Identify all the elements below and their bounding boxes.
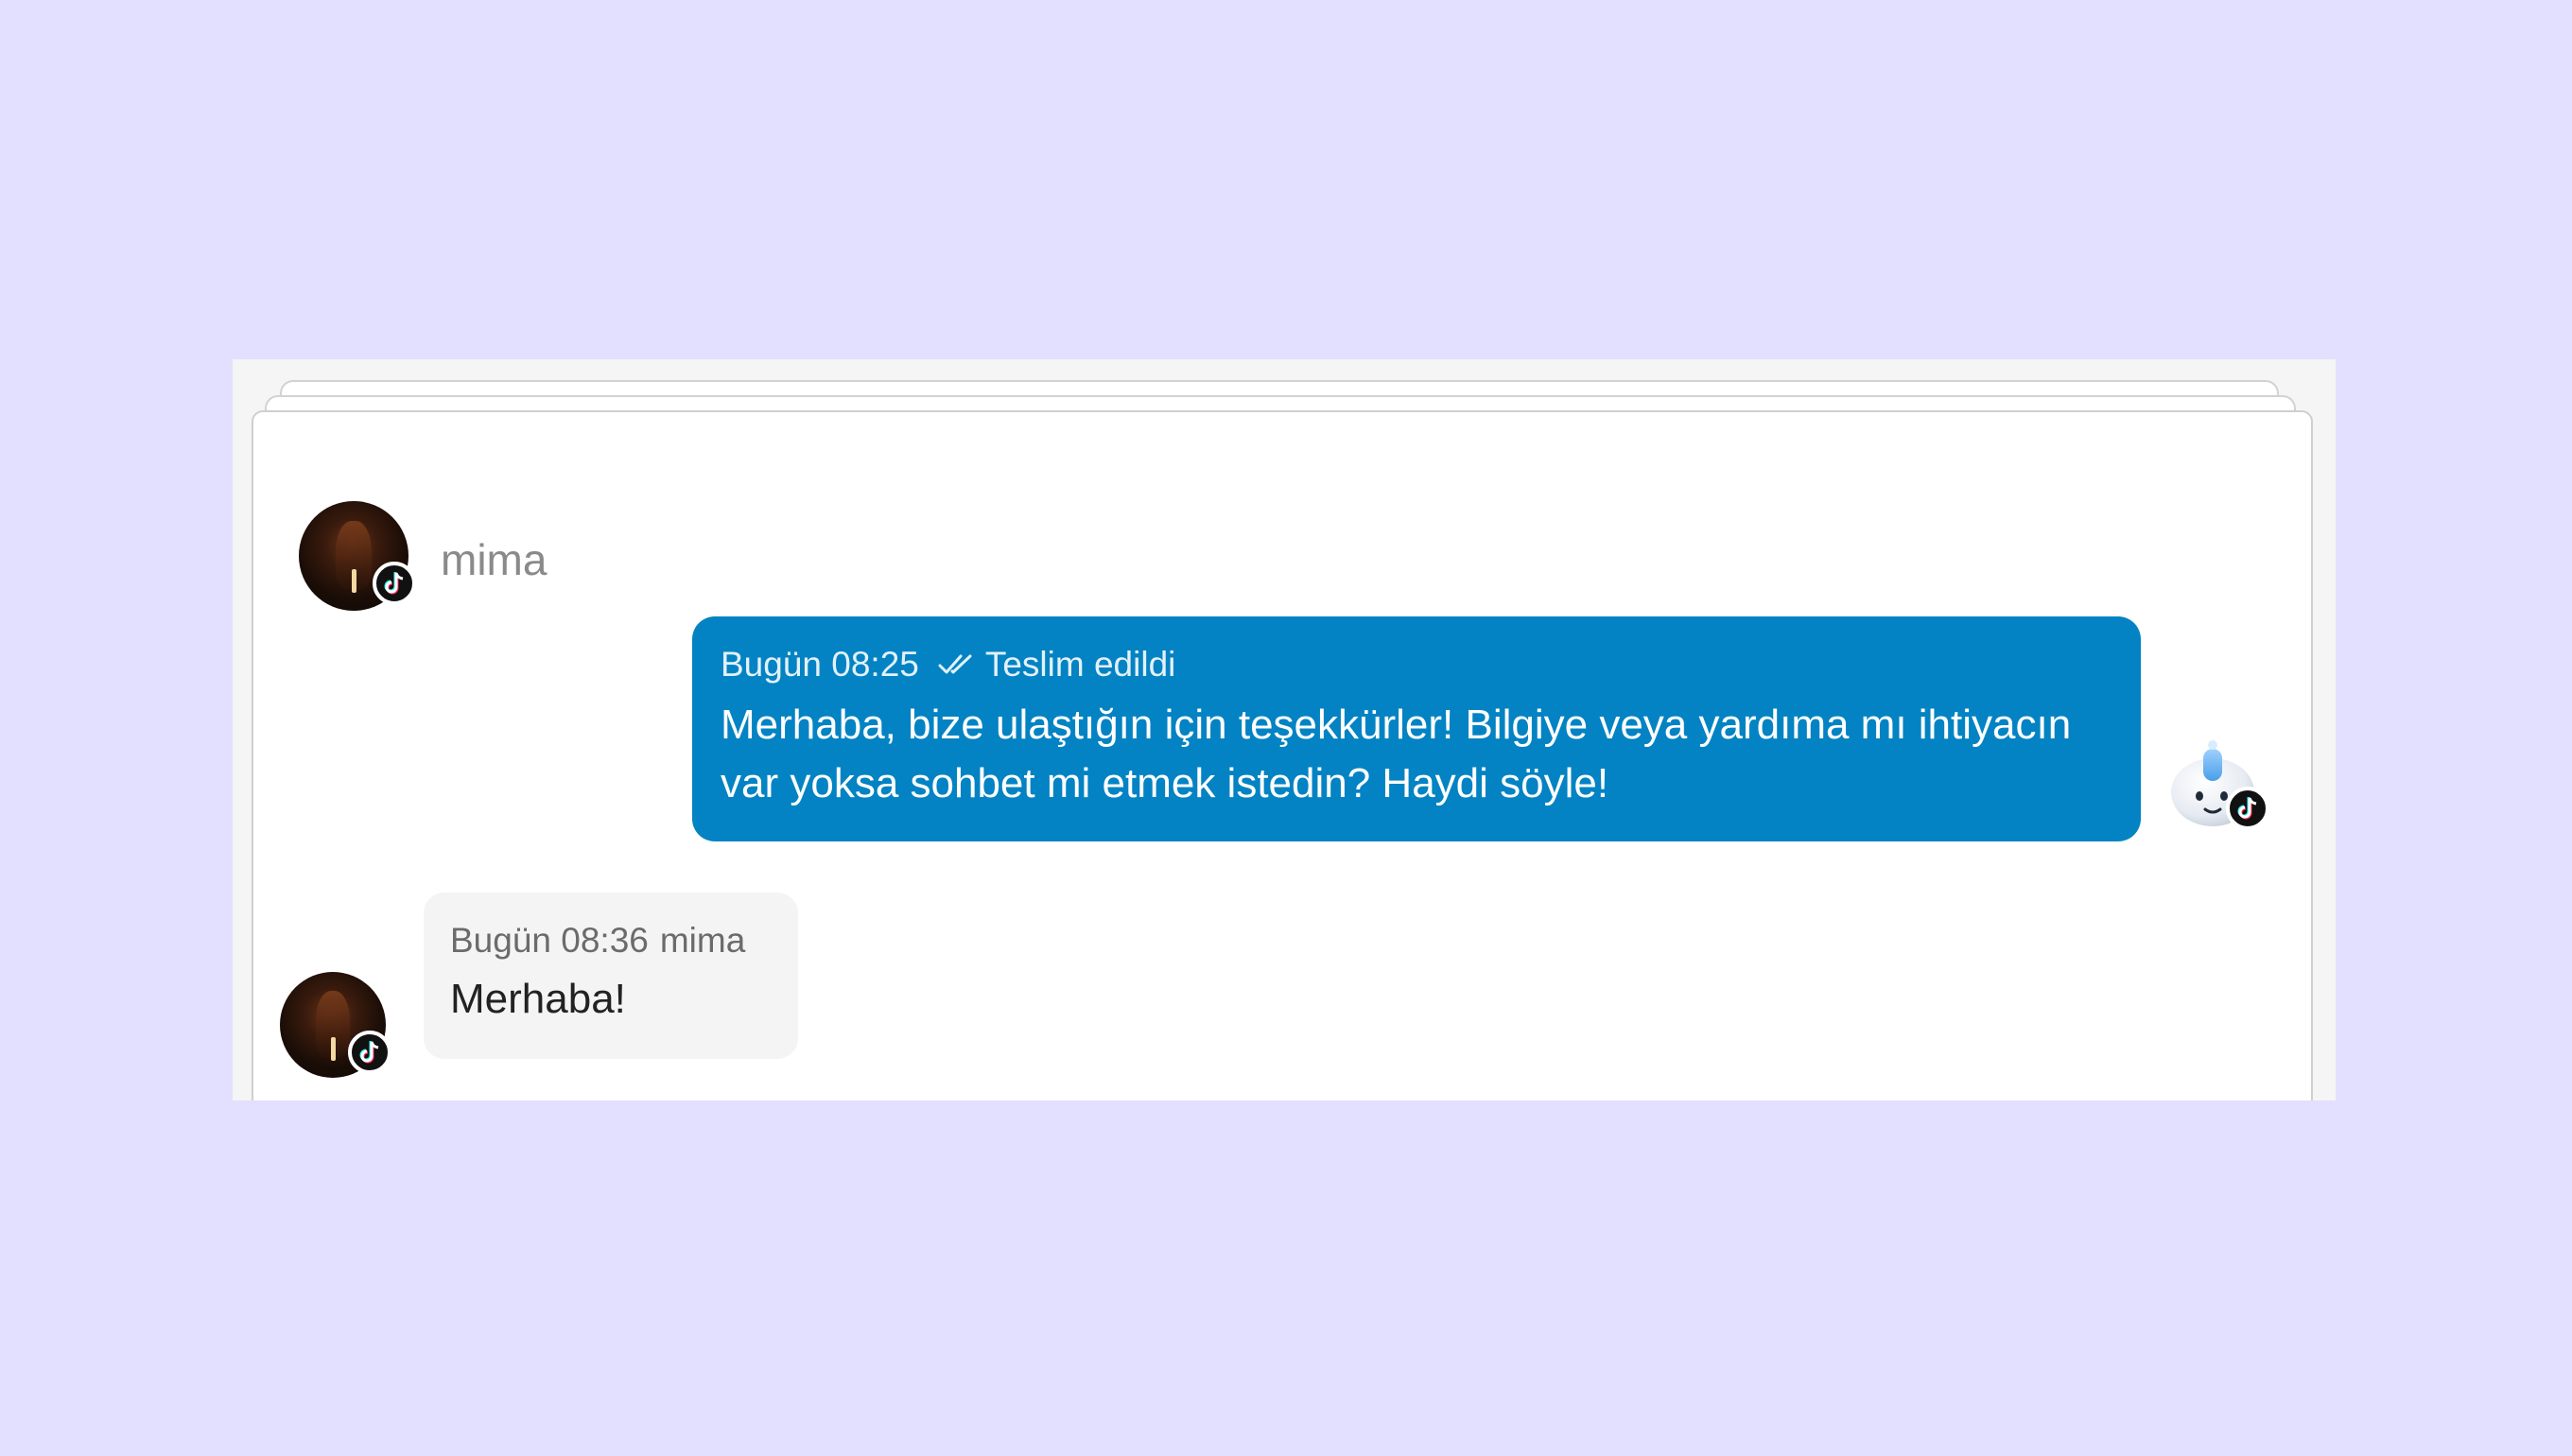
- message-meta: Bugün 08:25 Teslim edildi: [721, 643, 2112, 686]
- incoming-message-bubble[interactable]: Bugün 08:36 mima Merhaba!: [424, 893, 798, 1059]
- bot-avatar[interactable]: [2165, 732, 2269, 830]
- delivery-status: Teslim edildi: [984, 645, 1176, 684]
- tiktok-icon: [2226, 787, 2269, 830]
- outgoing-message-bubble[interactable]: Bugün 08:25 Teslim edildi Merhaba, bize …: [692, 616, 2141, 841]
- chat-card: mima Bugün 08:25 Teslim edildi Merhaba, …: [252, 410, 2313, 1101]
- chat-screenshot: mima Bugün 08:25 Teslim edildi Merhaba, …: [233, 359, 2336, 1101]
- message-text: Merhaba, bize ulaştığın için teşekkürler…: [721, 702, 2072, 806]
- message-text: Merhaba!: [450, 976, 626, 1022]
- message-time: Bugün 08:36: [450, 921, 649, 960]
- message-sender: mima: [659, 921, 746, 960]
- tiktok-icon: [348, 1031, 391, 1074]
- message-time: Bugün 08:25: [721, 645, 919, 684]
- double-check-icon: [938, 654, 972, 674]
- sender-avatar[interactable]: [280, 972, 391, 1078]
- message-meta: Bugün 08:36 mima: [450, 919, 770, 962]
- contact-name[interactable]: mima: [441, 533, 547, 586]
- contact-avatar[interactable]: [299, 501, 416, 611]
- tiktok-icon: [373, 562, 416, 605]
